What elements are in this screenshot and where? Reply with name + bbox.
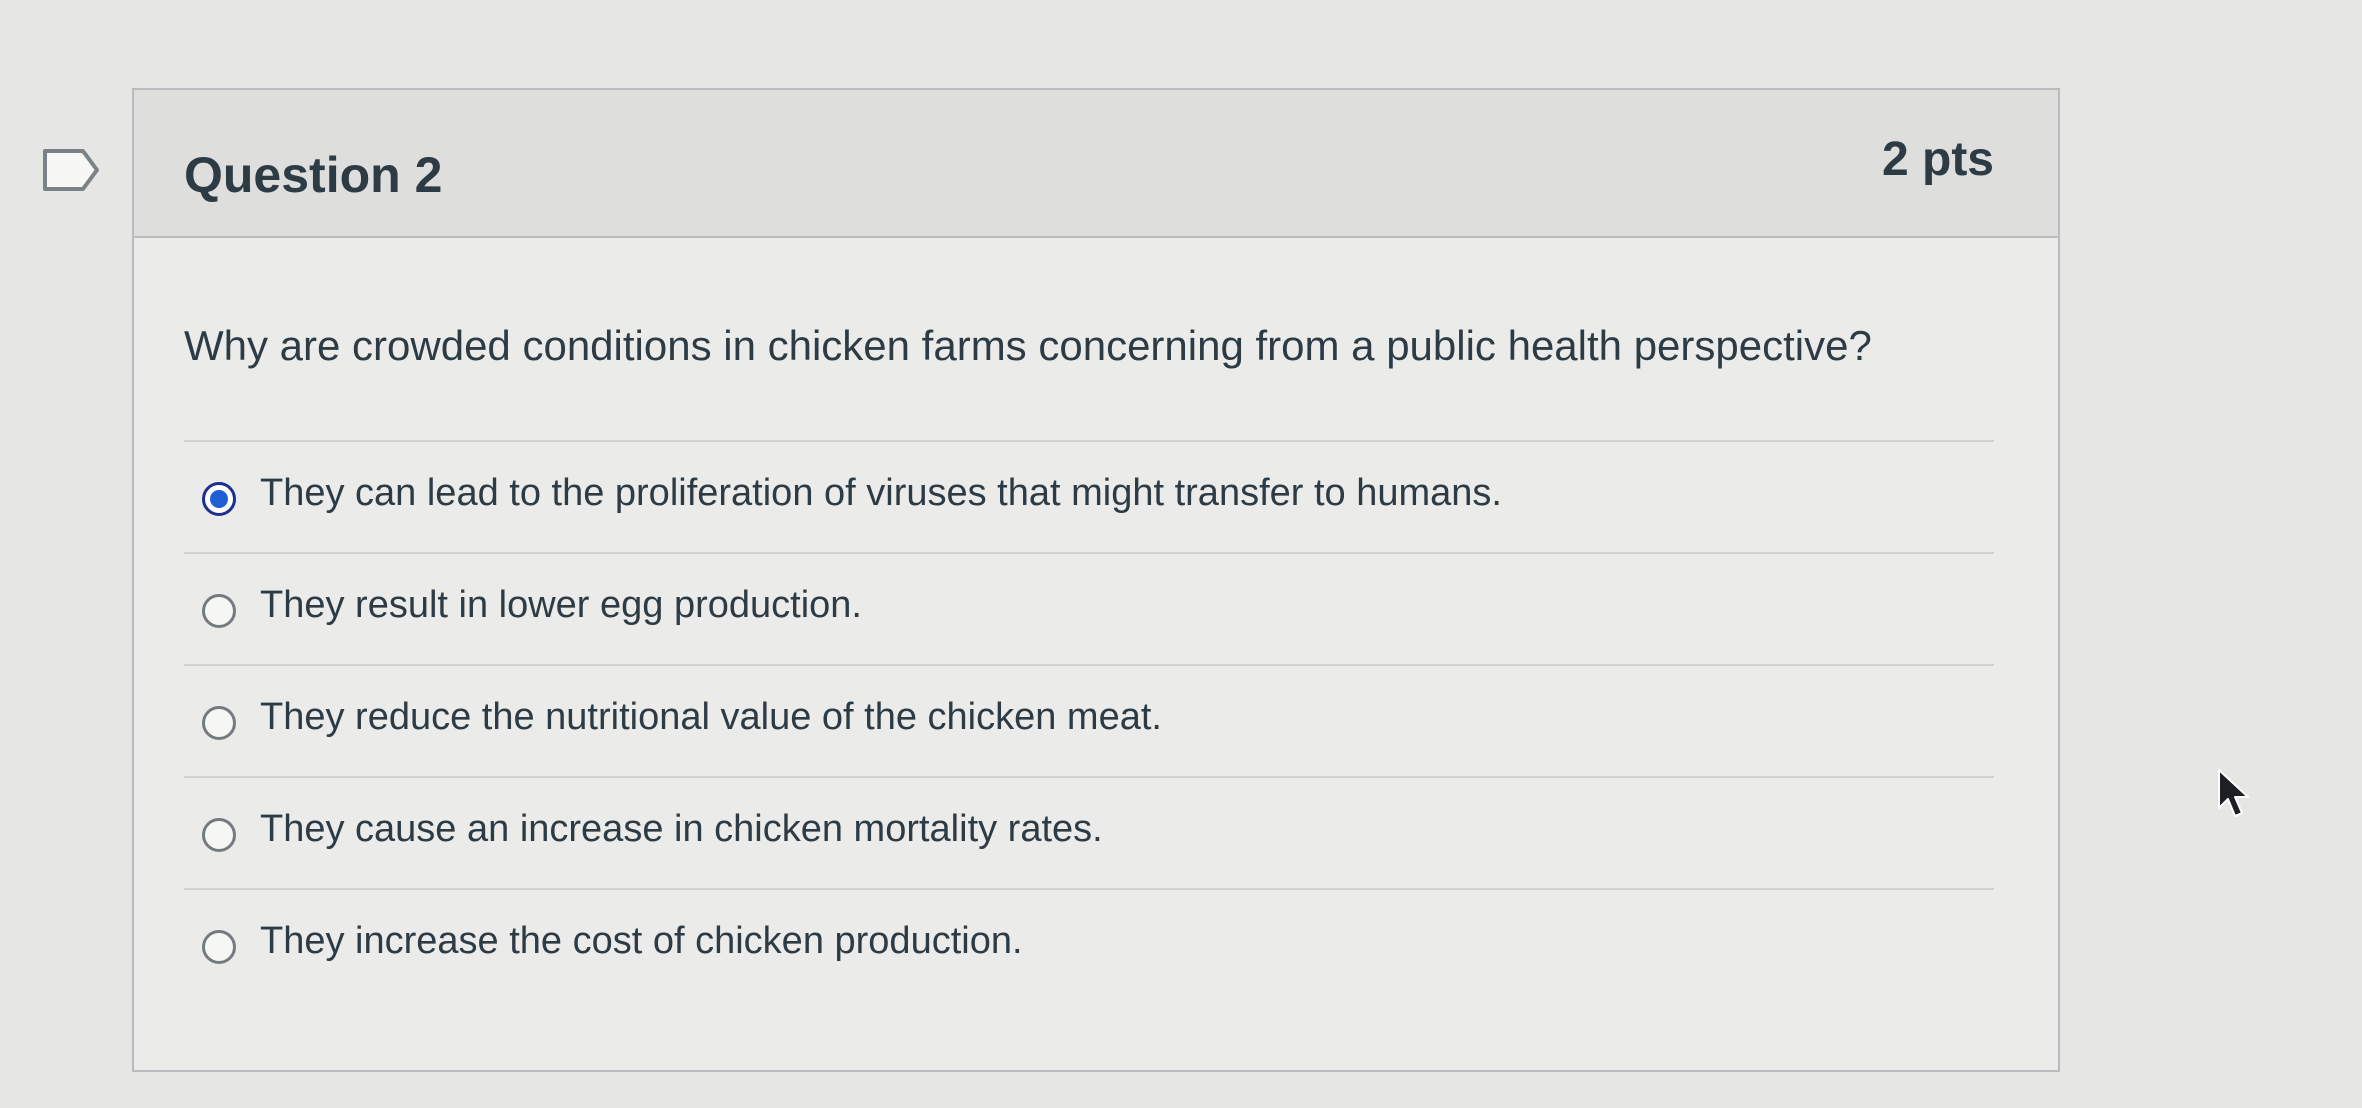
answer-label[interactable]: They can lead to the proliferation of vi… xyxy=(260,472,1502,515)
radio-button[interactable] xyxy=(202,706,236,740)
question-text: Why are crowded conditions in chicken fa… xyxy=(184,322,1872,369)
answer-label[interactable]: They reduce the nutritional value of the… xyxy=(260,696,1162,739)
answer-option[interactable]: They result in lower egg production. xyxy=(184,554,1994,666)
answer-label[interactable]: They cause an increase in chicken mortal… xyxy=(260,808,1103,851)
radio-button[interactable] xyxy=(202,930,236,964)
radio-button-selected[interactable] xyxy=(202,482,236,516)
answer-label[interactable]: They result in lower egg production. xyxy=(260,584,862,627)
answer-list: They can lead to the proliferation of vi… xyxy=(184,440,1994,1002)
flag-question-icon[interactable] xyxy=(42,148,100,192)
question-card: Question 2 2 pts Why are crowded conditi… xyxy=(132,88,2060,1072)
mouse-cursor-icon xyxy=(2218,769,2249,817)
radio-button[interactable] xyxy=(202,594,236,628)
answer-option[interactable]: They increase the cost of chicken produc… xyxy=(184,890,1994,1002)
question-points: 2 pts xyxy=(1881,133,1994,186)
answer-label[interactable]: They increase the cost of chicken produc… xyxy=(260,920,1023,963)
answer-option[interactable]: They cause an increase in chicken mortal… xyxy=(184,778,1994,890)
question-header: Question 2 2 pts xyxy=(134,90,2058,238)
answer-option[interactable]: They reduce the nutritional value of the… xyxy=(184,666,1994,778)
question-title: Question 2 xyxy=(184,147,443,203)
radio-button[interactable] xyxy=(202,818,236,852)
answer-option[interactable]: They can lead to the proliferation of vi… xyxy=(184,442,1994,554)
